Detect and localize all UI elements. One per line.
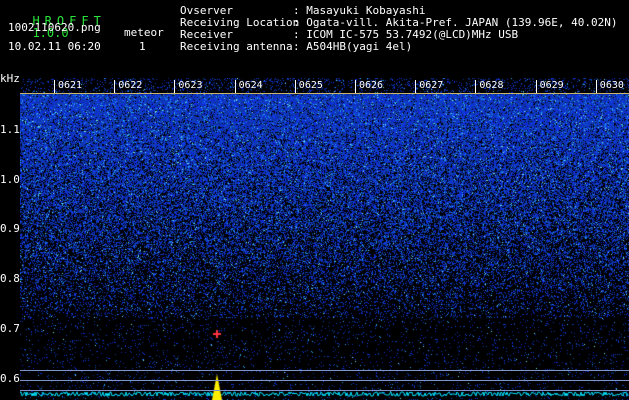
y-label-0-8: 0.8 bbox=[0, 272, 20, 285]
time-tick-mark bbox=[475, 80, 477, 94]
time-tick-label: 0623 bbox=[178, 80, 203, 91]
time-tick-label: 0624 bbox=[238, 80, 263, 91]
y-label-0-6: 0.6 bbox=[0, 372, 20, 385]
spectrogram-canvas bbox=[20, 78, 629, 400]
y-axis-unit: kHz bbox=[0, 72, 20, 85]
info-value-antenna: : A504HB(yagi 4el) bbox=[293, 40, 413, 53]
spectrogram-plot bbox=[20, 78, 629, 400]
time-tick-mark bbox=[595, 80, 597, 94]
y-label-1-1: 1.1 bbox=[0, 123, 20, 136]
file-datetime: 10.02.11 06:20 bbox=[8, 40, 101, 53]
time-tick-label: 0622 bbox=[118, 80, 143, 91]
time-tick-mark bbox=[294, 80, 296, 94]
time-tick-label: 0626 bbox=[359, 80, 384, 91]
reference-line-lower bbox=[20, 390, 629, 391]
file-name: 1002110620.png bbox=[8, 21, 101, 34]
y-label-0-7: 0.7 bbox=[0, 322, 20, 335]
meteor-label: meteor bbox=[124, 26, 164, 39]
y-label-1-0: 1.0 bbox=[0, 173, 20, 186]
reference-line-middle bbox=[20, 380, 629, 381]
time-tick-mark bbox=[355, 80, 356, 94]
time-axis-line bbox=[20, 93, 629, 94]
time-tick-label: 0629 bbox=[539, 80, 564, 91]
time-tick-label: 0621 bbox=[58, 80, 83, 91]
info-label-antenna: Receiving antenna bbox=[180, 40, 293, 53]
time-tick-label: 0630 bbox=[599, 80, 624, 91]
time-tick-label: 0625 bbox=[298, 80, 323, 91]
time-tick-mark bbox=[174, 80, 176, 94]
time-tick-mark bbox=[54, 80, 55, 94]
time-tick-label: 0628 bbox=[479, 80, 504, 91]
time-tick-label: 0627 bbox=[419, 80, 444, 91]
time-tick-mark bbox=[114, 80, 116, 94]
y-label-0-9: 0.9 bbox=[0, 222, 20, 235]
time-tick-mark bbox=[535, 80, 537, 94]
meteor-count: 1 bbox=[139, 40, 146, 53]
time-tick-mark bbox=[415, 80, 417, 94]
reference-line-upper bbox=[20, 370, 629, 371]
time-tick-mark bbox=[234, 80, 236, 94]
